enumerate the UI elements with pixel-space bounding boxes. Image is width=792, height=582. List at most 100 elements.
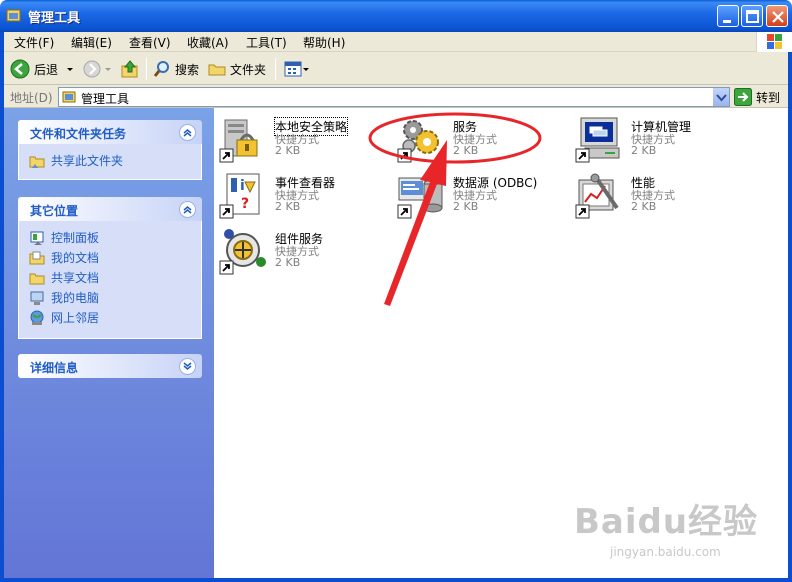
file-item-computer-management[interactable]: 计算机管理 快捷方式 2 KB	[575, 116, 745, 168]
file-item-services[interactable]: 服务 快捷方式 2 KB	[397, 116, 567, 168]
panel-title: 详细信息	[30, 361, 79, 375]
file-item-performance[interactable]: 性能 快捷方式 2 KB	[575, 172, 745, 224]
maximize-icon	[746, 10, 759, 23]
event-viewer-icon: i ?	[219, 173, 260, 219]
views-icon	[284, 61, 309, 77]
address-dropdown[interactable]	[712, 88, 729, 106]
file-folder-tasks-panel: 文件和文件夹任务 共享此文件夹	[18, 120, 202, 180]
address-label: 地址(D)	[10, 91, 53, 105]
panel-header[interactable]: 文件和文件夹任务	[18, 120, 202, 144]
task-label: 控制面板	[51, 231, 100, 245]
task-pane: 文件和文件夹任务 共享此文件夹 其它位置 控制面板 我的文档 共享文档 我的电脑…	[4, 108, 214, 578]
svg-text:?: ?	[241, 196, 249, 212]
close-button[interactable]	[766, 5, 788, 27]
folder-icon	[208, 64, 226, 76]
windows-flag-icon	[767, 34, 782, 49]
folders-button[interactable]: 文件夹	[208, 59, 266, 79]
address-input[interactable]: 管理工具	[58, 87, 730, 107]
up-folder-button[interactable]	[120, 59, 140, 79]
title-bar: 管理工具	[0, 0, 792, 32]
close-icon	[772, 11, 784, 23]
computer-management-icon	[575, 117, 620, 163]
file-size: 2 KB	[631, 200, 657, 213]
network-places-icon	[30, 310, 44, 325]
up-folder-icon	[121, 60, 138, 78]
admin-tools-icon	[6, 9, 21, 22]
menu-edit[interactable]: 编辑(E)	[71, 34, 112, 51]
address-value: 管理工具	[81, 92, 130, 106]
search-icon	[153, 61, 169, 77]
task-label: 我的文档	[51, 251, 100, 265]
my-documents-link[interactable]: 我的文档	[29, 249, 99, 266]
back-dropdown[interactable]	[66, 59, 74, 79]
dropdown-arrow-icon	[105, 68, 111, 71]
menu-file[interactable]: 文件(F)	[14, 34, 54, 51]
menu-bar: 文件(F) 编辑(E) 查看(V) 收藏(A) 工具(T) 帮助(H)	[4, 32, 792, 52]
details-panel: 详细信息	[18, 354, 202, 378]
panel-header[interactable]: 其它位置	[18, 197, 202, 221]
forward-button[interactable]	[82, 59, 102, 79]
panel-header[interactable]: 详细信息	[18, 354, 202, 378]
file-item-local-security-policy[interactable]: 本地安全策略 快捷方式 2 KB	[219, 116, 389, 168]
search-label: 搜索	[175, 62, 200, 77]
file-item-odbc-data-source[interactable]: 数据源 (ODBC) 快捷方式 2 KB	[397, 172, 567, 224]
panel-body: 控制面板 我的文档 共享文档 我的电脑 网上邻居	[18, 221, 202, 339]
svg-text:i: i	[240, 178, 245, 194]
local-security-policy-icon	[219, 119, 258, 163]
odbc-data-source-icon	[397, 177, 443, 219]
other-places-panel: 其它位置 控制面板 我的文档 共享文档 我的电脑 网上邻居	[18, 197, 202, 339]
folders-label: 文件夹	[230, 62, 267, 77]
panel-title: 文件和文件夹任务	[30, 127, 127, 141]
menu-favorites[interactable]: 收藏(A)	[187, 34, 229, 51]
shared-documents-link[interactable]: 共享文档	[29, 269, 99, 286]
task-label: 网上邻居	[51, 311, 100, 325]
control-panel-link[interactable]: 控制面板	[29, 229, 99, 246]
chevron-down-icon	[183, 362, 192, 370]
minimize-button[interactable]	[717, 5, 739, 27]
menu-tools[interactable]: 工具(T)	[246, 34, 287, 51]
performance-icon	[575, 173, 619, 219]
network-places-link[interactable]: 网上邻居	[29, 309, 99, 326]
watermark-url: jingyan.baidu.com	[610, 545, 721, 559]
forward-dropdown[interactable]	[104, 59, 112, 79]
panel-title: 其它位置	[30, 204, 79, 218]
go-label: 转到	[756, 90, 781, 105]
expand-button[interactable]	[179, 358, 196, 375]
file-size: 2 KB	[275, 200, 301, 213]
admin-tools-icon	[62, 91, 76, 103]
shared-documents-icon	[29, 273, 45, 284]
task-label: 共享文档	[51, 271, 100, 285]
watermark-brand: Baidu经验	[574, 502, 759, 542]
chevron-up-icon	[183, 129, 192, 137]
go-button[interactable]: 转到	[734, 88, 780, 106]
collapse-button[interactable]	[179, 124, 196, 141]
forward-arrow-icon	[83, 60, 101, 78]
file-size: 2 KB	[453, 200, 479, 213]
views-button[interactable]	[284, 59, 310, 79]
file-size: 2 KB	[453, 144, 479, 157]
back-label: 后退	[34, 62, 59, 77]
menu-help[interactable]: 帮助(H)	[303, 34, 345, 51]
collapse-button[interactable]	[179, 201, 196, 218]
chevron-up-icon	[183, 206, 192, 214]
windows-logo	[756, 32, 792, 52]
menu-view[interactable]: 查看(V)	[129, 34, 171, 51]
file-size: 2 KB	[631, 144, 657, 157]
window-title: 管理工具	[28, 11, 81, 26]
file-item-event-viewer[interactable]: i ? 事件查看器 快捷方式 2 KB	[219, 172, 389, 224]
file-size: 2 KB	[275, 144, 301, 157]
toolbar-separator	[146, 58, 147, 80]
maximize-button[interactable]	[741, 5, 763, 27]
component-services-icon	[219, 229, 266, 275]
my-documents-icon	[29, 251, 45, 264]
my-computer-link[interactable]: 我的电脑	[29, 289, 99, 306]
control-panel-icon	[30, 231, 44, 245]
task-label: 共享此文件夹	[51, 154, 124, 168]
search-button[interactable]: 搜索	[153, 59, 199, 79]
back-button[interactable]: 后退	[10, 59, 58, 79]
dropdown-arrow-icon	[67, 68, 73, 71]
share-folder-task[interactable]: 共享此文件夹	[29, 152, 123, 169]
panel-body: 共享此文件夹	[18, 144, 202, 180]
go-arrow-icon	[734, 88, 752, 106]
file-item-component-services[interactable]: 组件服务 快捷方式 2 KB	[219, 228, 389, 280]
